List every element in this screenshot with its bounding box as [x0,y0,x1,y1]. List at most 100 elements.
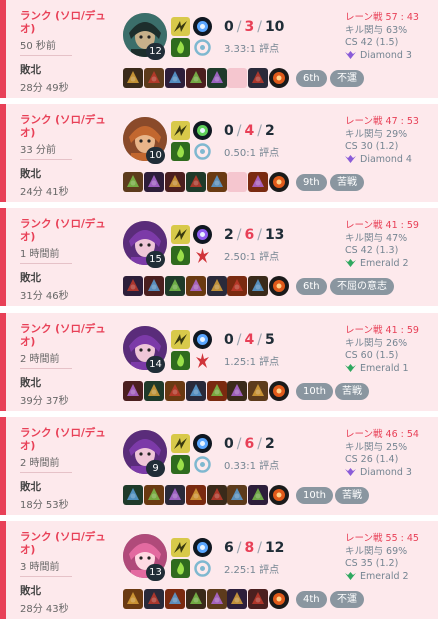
assists: 2 [264,123,275,139]
match-history-list: ランク (ソロ/デュオ) 50 秒前 敗北 28分 49秒 12 0/3/10 3.33:1… [0,0,438,619]
divider [20,576,72,577]
match-row[interactable]: ランク (ソロ/デュオ) 33 分前 敗北 24分 41秒 10 0/4/2 0.50:1 … [0,104,438,202]
item-icon[interactable] [165,381,185,401]
placement-badge: 10th [296,383,333,400]
item-icon[interactable] [207,276,227,296]
item-icon[interactable] [186,68,206,88]
performance-badge: 苦戦 [335,383,369,400]
match-result: 敗北 [20,64,41,76]
item-icon[interactable] [144,381,164,401]
match-duration: 28分 43秒 [20,604,69,615]
slash: / [236,227,242,243]
creep-score: CS 42 (1.5) [345,37,399,48]
item-icon[interactable] [207,68,227,88]
item-icon[interactable] [227,589,247,609]
item-icon[interactable] [186,381,206,401]
item-icon[interactable] [227,485,247,505]
item-icon[interactable] [165,276,185,296]
trinket-ward-icon[interactable] [269,68,289,88]
match-row[interactable]: ランク (ソロ/デュオ) 2 時間前 敗北 39分 37秒 14 0/4/5 1.25:1 … [0,313,438,411]
match-row[interactable]: ランク (ソロ/デュオ) 3 時間前 敗北 28分 43秒 13 6/8/12 2.25:1… [0,521,438,619]
rank-label: Emerald 2 [360,257,409,269]
match-result: 敗北 [20,585,41,597]
queue-type: ランク (ソロ/デュオ) [20,114,106,139]
average-rank: Emerald 2 [345,258,419,271]
rank-label: Diamond 3 [360,466,412,478]
trinket-ward-icon[interactable] [269,485,289,505]
time-ago: 2 時間前 [20,458,60,469]
trinket-ward-icon[interactable] [269,381,289,401]
match-row[interactable]: ランク (ソロ/デュオ) 1 時間前 敗北 31分 46秒 15 2/6/13 2.50:1… [0,208,438,306]
creep-score: CS 30 (1.2) [345,141,399,152]
item-icon[interactable] [207,485,227,505]
trinket-ward-icon[interactable] [269,172,289,192]
time-ago: 3 時間前 [20,562,60,573]
kda-score: 0/3/10 [224,19,284,35]
match-duration: 18分 53秒 [20,500,69,511]
item-icon[interactable] [123,276,143,296]
match-stats: レーン戦 46 : 54 キル関与 25% CS 26 (1.4) Diamond 3 [345,429,419,479]
item-icon[interactable] [186,172,206,192]
trinket-ward-icon[interactable] [269,589,289,609]
item-icon[interactable] [144,276,164,296]
secondary-rune-icon [193,246,212,265]
item-icon[interactable] [144,68,164,88]
time-ago: 50 秒前 [20,41,56,52]
keystone-rune-icon [193,330,212,349]
slash: / [257,332,262,348]
performance-badge: 苦戦 [330,174,364,191]
laning-score: レーン戦 41 : 59 [345,220,419,231]
champion-level-badge: 12 [146,43,165,60]
item-icon[interactable] [123,589,143,609]
deaths: 3 [244,19,255,35]
average-rank: Diamond 3 [345,467,419,480]
item-icon[interactable] [165,589,185,609]
flash-spell-icon [171,538,190,557]
item-icon[interactable] [186,589,206,609]
creep-score: CS 42 (1.3) [345,245,399,256]
ignite-spell-icon [171,351,190,370]
champion-level-badge: 13 [146,564,165,581]
kill-participation: キル関与 63% [345,24,408,36]
item-icon[interactable] [165,68,185,88]
item-icon[interactable] [227,381,247,401]
deaths: 6 [244,436,255,452]
item-icon[interactable] [123,172,143,192]
secondary-rune-icon [193,142,212,161]
item-icon[interactable] [186,485,206,505]
item-icon[interactable] [207,589,227,609]
slash: / [257,540,262,556]
secondary-rune-icon [193,559,212,578]
item-icon[interactable] [248,276,268,296]
slash: / [236,19,242,35]
match-row[interactable]: ランク (ソロ/デュオ) 50 秒前 敗北 28分 49秒 12 0/3/10 3.33:1… [0,0,438,98]
item-icon[interactable] [144,485,164,505]
kill-participation: キル関与 26% [345,337,408,349]
item-icon[interactable] [248,68,268,88]
item-icon[interactable] [123,68,143,88]
match-row[interactable]: ランク (ソロ/デュオ) 2 時間前 敗北 18分 53秒 9 0/6/2 0.33:1 評… [0,417,438,515]
item-icon[interactable] [227,276,247,296]
item-icon[interactable] [144,589,164,609]
keystone-rune-icon [193,538,212,557]
keystone-rune-icon [193,121,212,140]
rank-label: Diamond 3 [360,49,412,61]
item-icon[interactable] [144,172,164,192]
kills: 0 [224,19,234,35]
item-icon[interactable] [248,485,268,505]
item-icon[interactable] [248,589,268,609]
slash: / [236,436,242,452]
deaths: 6 [244,227,255,243]
item-icon[interactable] [123,381,143,401]
item-icon[interactable] [165,485,185,505]
item-icon[interactable] [207,172,227,192]
item-icon[interactable] [248,172,268,192]
item-icon[interactable] [165,172,185,192]
item-icon[interactable] [123,485,143,505]
item-icon[interactable] [186,276,206,296]
item-icon[interactable] [248,381,268,401]
trinket-ward-icon[interactable] [269,276,289,296]
match-stats: レーン戦 41 : 59 キル関与 26% CS 60 (1.5) Emerald 1 [345,325,419,375]
item-icon[interactable] [207,381,227,401]
laning-score: レーン戦 57 : 43 [345,12,419,23]
